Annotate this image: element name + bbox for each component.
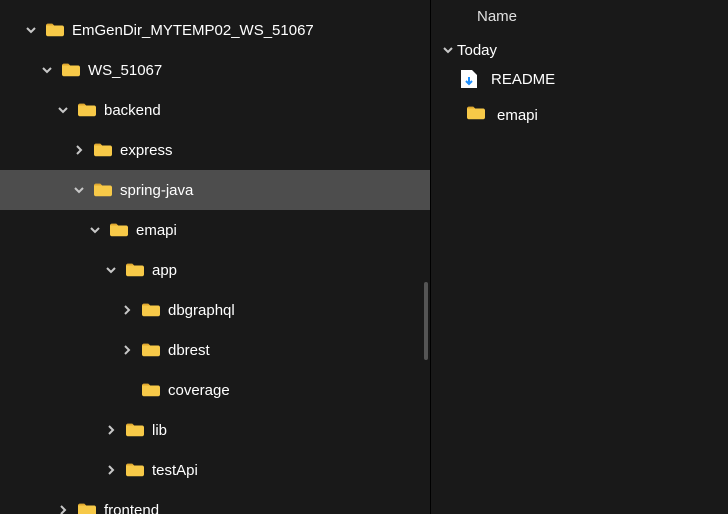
chevron-right-icon[interactable] [70, 144, 88, 156]
chevron-right-icon[interactable] [118, 304, 136, 316]
folder-icon [467, 106, 485, 124]
folder-icon [126, 463, 144, 477]
chevron-right-icon[interactable] [102, 464, 120, 476]
tree-row[interactable]: app [0, 250, 430, 290]
chevron-down-icon [439, 44, 457, 56]
list-group-today[interactable]: Today [431, 39, 728, 61]
tree-item-label: EmGenDir_MYTEMP02_WS_51067 [72, 22, 314, 39]
tree-item-label: dbgraphql [168, 302, 235, 319]
chevron-right-icon[interactable] [118, 344, 136, 356]
tree-row[interactable]: testApi [0, 450, 430, 490]
folder-icon [126, 423, 144, 437]
tree-row[interactable]: dbgraphql [0, 290, 430, 330]
folder-icon [142, 383, 160, 397]
folder-icon [78, 503, 96, 514]
tree-row[interactable]: lib [0, 410, 430, 450]
download-file-icon [461, 70, 479, 88]
chevron-down-icon[interactable] [38, 64, 56, 76]
tree-item-label: spring-java [120, 182, 193, 199]
tree-item-label: frontend [104, 502, 159, 514]
folder-icon [94, 143, 112, 157]
tree-item-label: express [120, 142, 173, 159]
tree-item-label: app [152, 262, 177, 279]
tree-row[interactable]: dbrest [0, 330, 430, 370]
tree-row[interactable]: WS_51067 [0, 50, 430, 90]
tree-row[interactable]: backend [0, 90, 430, 130]
tree-row[interactable]: express [0, 130, 430, 170]
list-item[interactable]: README [431, 61, 728, 97]
tree-row[interactable]: spring-java [0, 170, 430, 210]
column-header-name[interactable]: Name [431, 8, 728, 39]
folder-tree-panel: EmGenDir_MYTEMP02_WS_51067 WS_51067 back… [0, 0, 430, 514]
folder-icon [110, 223, 128, 237]
file-list-panel: Name Today README emapi [430, 0, 728, 514]
folder-icon [46, 23, 64, 37]
tree-item-label: testApi [152, 462, 198, 479]
folder-icon [62, 63, 80, 77]
tree-item-label: emapi [136, 222, 177, 239]
chevron-down-icon[interactable] [86, 224, 104, 236]
tree-row[interactable]: EmGenDir_MYTEMP02_WS_51067 [0, 10, 430, 50]
folder-icon [126, 263, 144, 277]
list-item[interactable]: emapi [431, 97, 728, 133]
folder-icon [142, 343, 160, 357]
chevron-right-icon[interactable] [102, 424, 120, 436]
list-item-label: README [491, 71, 555, 88]
tree-item-label: dbrest [168, 342, 210, 359]
chevron-down-icon[interactable] [54, 104, 72, 116]
tree-row[interactable]: coverage [0, 370, 430, 410]
chevron-down-icon[interactable] [102, 264, 120, 276]
group-label: Today [457, 42, 497, 59]
folder-icon [94, 183, 112, 197]
tree-row[interactable]: frontend [0, 490, 430, 514]
tree-scrollbar[interactable] [424, 282, 428, 360]
list-item-label: emapi [497, 107, 538, 124]
tree-item-label: backend [104, 102, 161, 119]
tree-item-label: WS_51067 [88, 62, 162, 79]
tree-item-label: lib [152, 422, 167, 439]
chevron-down-icon[interactable] [70, 184, 88, 196]
folder-icon [78, 103, 96, 117]
folder-icon [142, 303, 160, 317]
chevron-down-icon[interactable] [22, 24, 40, 36]
tree-item-label: coverage [168, 382, 230, 399]
chevron-right-icon[interactable] [54, 504, 72, 514]
tree-row[interactable]: emapi [0, 210, 430, 250]
